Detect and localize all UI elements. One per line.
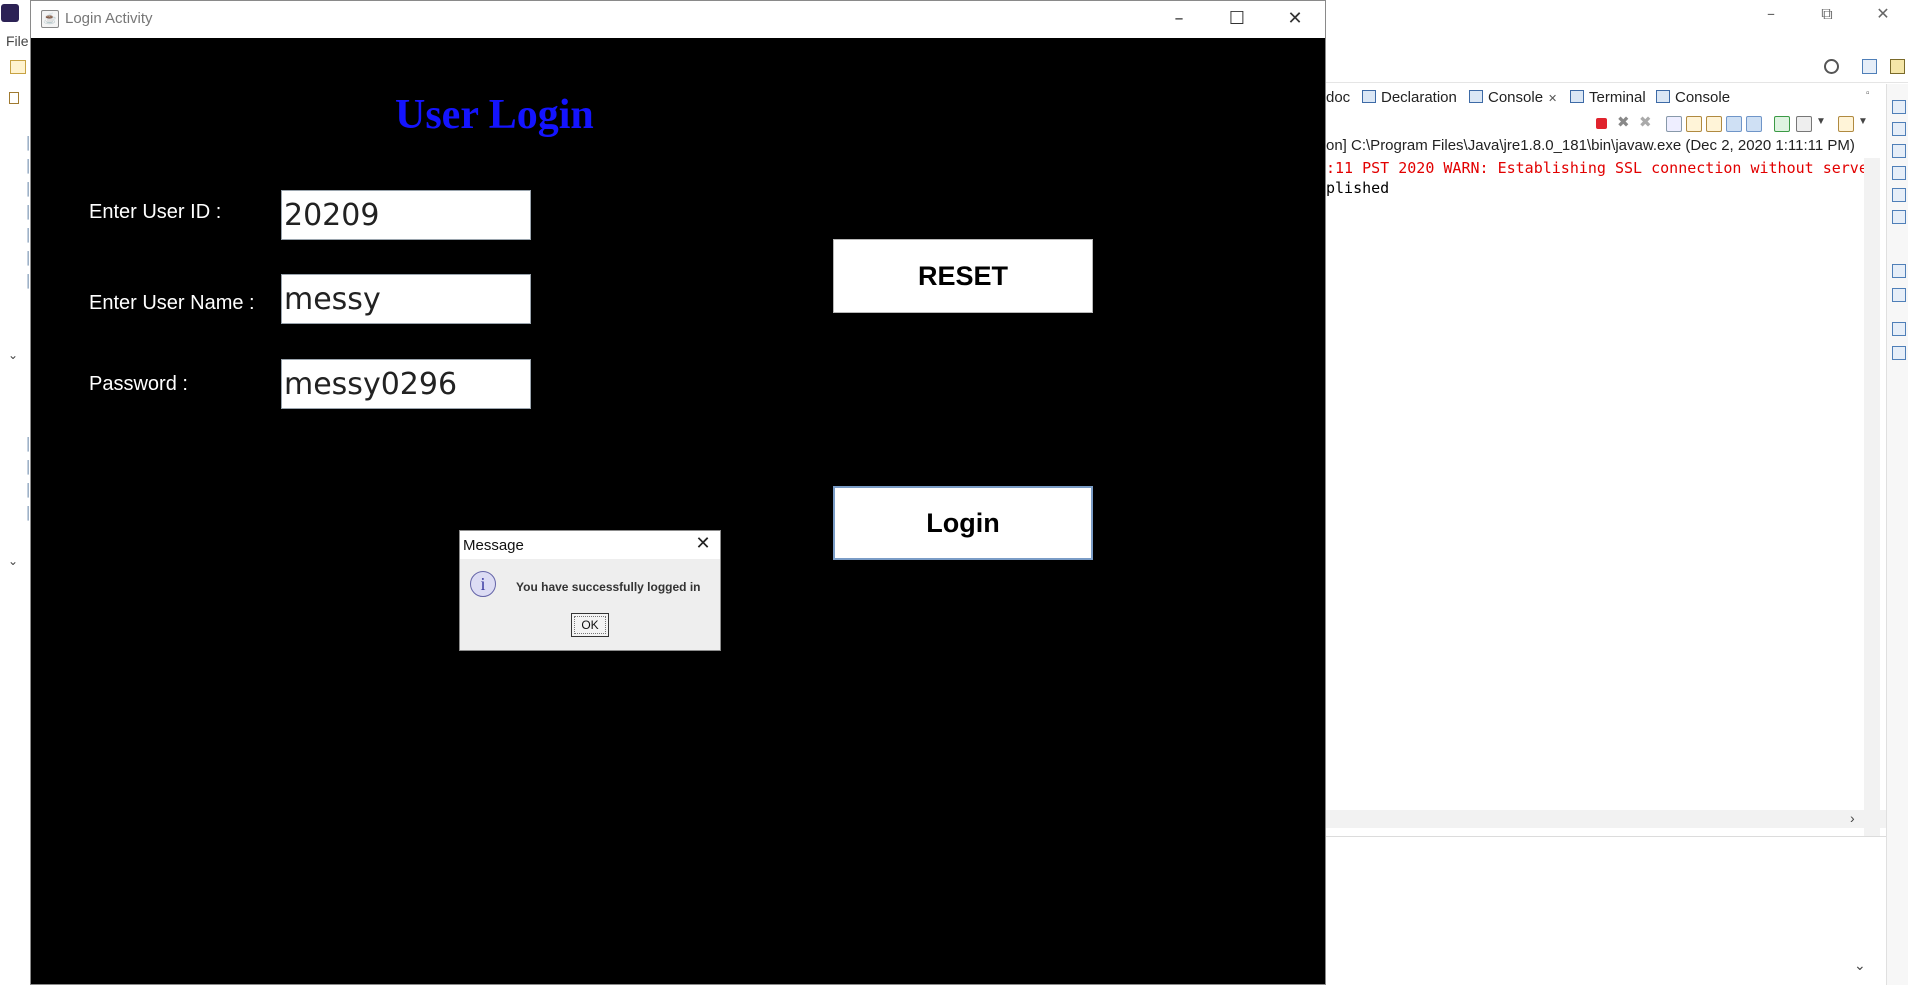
java-perspective-icon[interactable]: [1890, 59, 1905, 74]
tab-declaration[interactable]: Declaration: [1362, 88, 1457, 108]
restore-view-icon[interactable]: [1892, 322, 1906, 336]
chevron-down-icon[interactable]: ▼: [1816, 116, 1830, 130]
console-icon: [1469, 90, 1483, 103]
password-field[interactable]: [281, 359, 531, 409]
password-label: Password :: [89, 373, 188, 395]
info-icon: i: [470, 571, 496, 597]
console-output[interactable]: :11 PST 2020 WARN: Establishing SSL conn…: [1326, 158, 1866, 898]
tab-label: Terminal: [1589, 89, 1646, 106]
tree-expand-icon[interactable]: ⌄: [8, 554, 18, 568]
maximize-button[interactable]: ☐: [1208, 1, 1266, 38]
menu-file[interactable]: File: [6, 33, 29, 49]
remove-launch-icon[interactable]: ✖: [1617, 115, 1631, 130]
servers-icon[interactable]: [1892, 188, 1906, 202]
chevron-down-icon[interactable]: ⌄: [1854, 957, 1866, 974]
message-dialog-title: Message: [463, 537, 524, 554]
remove-all-icon[interactable]: ✖: [1639, 115, 1653, 130]
close-tab-icon[interactable]: ✕: [1548, 93, 1557, 105]
package-explorer-edge: │ │ │ │ │ │ │ ⌄ │ │ │ │ ⌄: [0, 82, 33, 985]
open-console-icon[interactable]: [1838, 116, 1854, 132]
minimize-button[interactable]: –: [1150, 1, 1208, 38]
user-id-field[interactable]: [281, 190, 531, 240]
open-perspective-icon[interactable]: [1862, 59, 1877, 74]
terminal-icon: [1570, 90, 1584, 103]
console-horizontal-scrollbar[interactable]: ›: [1326, 810, 1886, 828]
java-app-icon: ☕: [41, 10, 59, 28]
login-form-panel: User Login Enter User ID : Enter User Na…: [31, 38, 1325, 984]
clear-console-icon[interactable]: [1666, 116, 1682, 132]
console-view: doc Declaration Console ✕ Terminal Consol…: [1326, 84, 1886, 986]
problems-icon[interactable]: [1892, 144, 1906, 158]
tab-console-active[interactable]: Console ✕: [1469, 88, 1558, 108]
tab-terminal[interactable]: Terminal: [1570, 88, 1646, 108]
tab-label: Console: [1675, 89, 1731, 106]
tab-label: Console: [1488, 89, 1544, 106]
eclipse-logo-icon: [1, 4, 19, 22]
bookmarks-icon[interactable]: [1892, 288, 1906, 302]
focus-ring: [574, 616, 606, 634]
message-text: You have successfully logged in: [516, 580, 701, 594]
eclipse-minimize-button[interactable]: –: [1748, 0, 1794, 30]
chevron-right-icon[interactable]: ›: [1850, 810, 1855, 826]
tab-label: doc: [1326, 89, 1351, 106]
user-id-label: Enter User ID :: [89, 201, 222, 223]
message-dialog: Message ✕ i You have successfully logged…: [459, 530, 721, 651]
dialog-close-button[interactable]: ✕: [688, 531, 718, 559]
console-tab-bar: doc Declaration Console ✕ Terminal Consol…: [1326, 84, 1886, 112]
properties-icon[interactable]: [1892, 210, 1906, 224]
task-list-icon[interactable]: [1892, 122, 1906, 136]
login-button[interactable]: Login: [833, 486, 1093, 560]
tab-console[interactable]: Console: [1656, 88, 1730, 108]
declaration-icon: [1362, 90, 1376, 103]
show-on-error-icon[interactable]: [1746, 116, 1762, 132]
login-window-titlebar[interactable]: ☕ Login Activity – ☐ ✕: [31, 1, 1325, 38]
minimize-view-icon[interactable]: ▫: [1866, 88, 1870, 99]
view-menu-icon[interactable]: ▼: [1858, 116, 1872, 130]
display-console-icon[interactable]: [1796, 116, 1812, 132]
pin-console-icon[interactable]: [1774, 116, 1790, 132]
login-window-title: Login Activity: [65, 10, 153, 27]
tree-expand-icon[interactable]: ⌄: [8, 348, 18, 362]
hierarchy-icon[interactable]: [1892, 346, 1906, 360]
outline-icon[interactable]: [1892, 100, 1906, 114]
login-heading: User Login: [395, 92, 594, 138]
package-explorer-icon: [9, 92, 19, 104]
console-icon: [1656, 90, 1670, 103]
eclipse-close-button[interactable]: ✕: [1860, 0, 1906, 30]
reset-button[interactable]: RESET: [833, 239, 1093, 313]
message-dialog-titlebar[interactable]: Message ✕: [460, 531, 720, 559]
new-icon[interactable]: [10, 60, 26, 74]
show-on-output-icon[interactable]: [1726, 116, 1742, 132]
console-icon[interactable]: [1892, 166, 1906, 180]
ok-button[interactable]: OK: [571, 613, 609, 637]
console-line-warning: :11 PST 2020 WARN: Establishing SSL conn…: [1326, 159, 1866, 177]
right-trim-bar: [1886, 84, 1908, 985]
search-icon[interactable]: [1824, 59, 1839, 74]
restore-view-icon[interactable]: [1892, 264, 1906, 278]
user-name-field[interactable]: [281, 274, 531, 324]
eclipse-restore-button[interactable]: ⧉: [1804, 0, 1850, 30]
terminate-icon[interactable]: [1596, 118, 1607, 129]
tab-label: Declaration: [1381, 89, 1457, 106]
console-launch-path: on] C:\Program Files\Java\jre1.8.0_181\b…: [1326, 137, 1855, 154]
lower-panel: ⌄: [1326, 836, 1886, 986]
user-name-label: Enter User Name :: [89, 292, 255, 314]
tab-javadoc[interactable]: doc: [1326, 88, 1350, 108]
console-vertical-scrollbar[interactable]: [1864, 158, 1880, 898]
scroll-lock-icon[interactable]: [1686, 116, 1702, 132]
console-toolbar: ✖ ✖ ▼ ▼: [1586, 114, 1886, 134]
console-line: plished: [1326, 179, 1390, 197]
close-button[interactable]: ✕: [1266, 1, 1324, 38]
word-wrap-icon[interactable]: [1706, 116, 1722, 132]
login-activity-window: ☕ Login Activity – ☐ ✕ User Login Enter …: [30, 0, 1326, 985]
